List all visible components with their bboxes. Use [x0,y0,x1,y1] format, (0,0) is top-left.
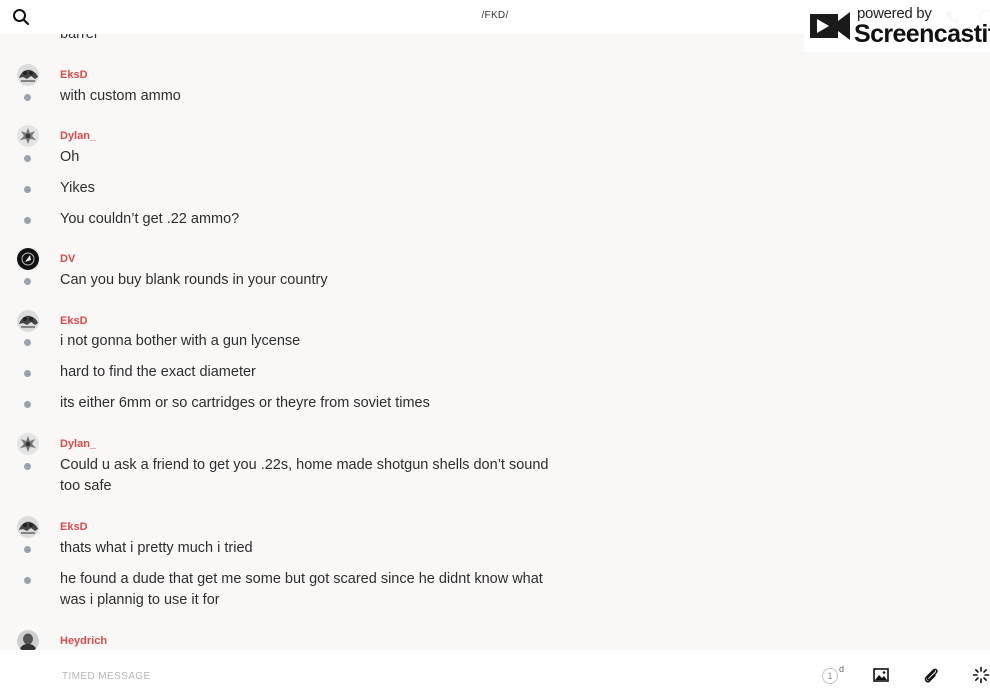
message-text: Yikes [60,180,95,196]
avatar[interactable] [17,310,39,332]
message-text: with custom ammo [60,88,181,104]
message-text: i not gonna bother with a gun lycense [60,333,301,349]
author-name[interactable]: EksD [60,69,88,81]
message-bullet [24,577,31,584]
sparkle-icon[interactable] [972,666,990,684]
message-bullet [24,370,31,377]
message-bullet [24,546,31,553]
message-timer-button[interactable]: 1 d [822,664,848,686]
author-name[interactable]: DV [60,253,75,265]
avatar[interactable] [17,64,39,86]
avatar[interactable] [17,125,39,147]
message-bullet [24,186,31,193]
message-bullet [24,463,31,470]
avatar[interactable] [17,516,39,538]
avatar[interactable] [17,433,39,455]
message-text: he found a dude that get me some but got… [60,571,543,608]
message-bullet [24,155,31,162]
message-text: Oh [60,149,80,165]
avatar[interactable] [17,248,39,270]
author-name[interactable]: Heydrich [60,635,107,647]
message-text: Can you buy blank rounds in your country [60,272,328,288]
author-name[interactable]: EksD [60,315,88,327]
message-text: Could u ask a friend to get you .22s, ho… [60,457,549,494]
message-bullet [24,339,31,346]
message-text: its either 6mm or so cartridges or theyr… [60,395,430,411]
timer-value: 1 [822,668,838,684]
message-bullet [24,401,31,408]
message-text: You couldn’t get .22 ammo? [60,211,240,227]
image-icon[interactable] [873,667,889,683]
clipped-message-text: barrel [60,34,98,42]
timer-unit: d [839,664,845,674]
avatar[interactable] [17,630,39,650]
message-text: thats what i pretty much i tried [60,540,253,556]
message-input[interactable] [60,665,564,687]
message-bullet [24,94,31,101]
author-name[interactable]: Dylan_ [60,438,96,450]
message-bullet [24,217,31,224]
composer-bar: 1 d [0,650,990,700]
author-name[interactable]: EksD [60,521,88,533]
message-text: hard to find the exact diameter [60,364,256,380]
author-name[interactable]: Dylan_ [60,130,96,142]
message-bullet [24,278,31,285]
message-list[interactable]: barrel EksD with custom ammo Dylan_ Oh Y… [0,34,990,650]
paperclip-icon[interactable] [922,666,940,684]
